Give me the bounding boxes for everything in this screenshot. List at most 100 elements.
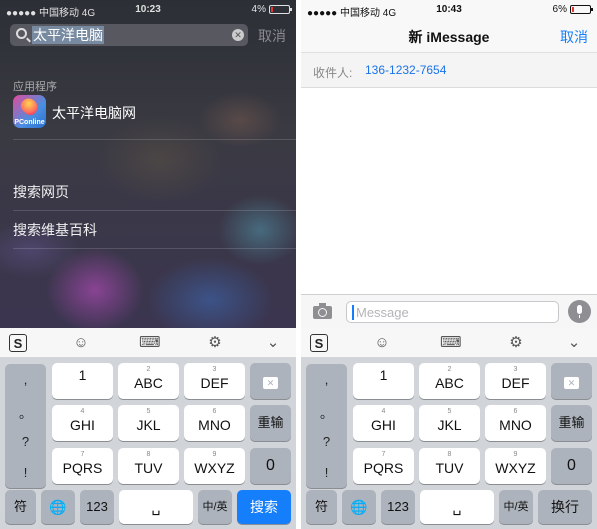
blurred-background	[0, 0, 296, 328]
spotlight-screen: ●●●●● 中国移动 4G 10:23 4% 太平洋电脑 ✕ 取消 应用程序 P…	[0, 0, 296, 529]
punct-period[interactable]: 。	[5, 403, 46, 422]
settings-gear-icon[interactable]: ⚙	[206, 334, 224, 352]
battery-icon	[570, 5, 593, 14]
key-wxyz[interactable]: 9 WXYZ	[184, 448, 245, 484]
message-placeholder: Message	[356, 305, 409, 320]
reenter-key[interactable]: 重输	[250, 405, 291, 441]
key-ghi[interactable]: 4 GHI	[353, 405, 414, 441]
keyboard-toolbar: S ☺ ⌨ ⚙ ⌄	[0, 328, 296, 358]
search-web-result[interactable]: 搜索网页	[13, 182, 69, 202]
key-tuv[interactable]: 8 TUV	[118, 448, 179, 484]
search-row: 太平洋电脑 ✕ 取消	[10, 24, 286, 46]
app-icon-text: PConline	[14, 119, 45, 126]
key-mno[interactable]: 6 MNO	[485, 405, 546, 441]
message-input[interactable]: Message	[346, 301, 559, 323]
key-1[interactable]: 1	[353, 363, 414, 399]
battery-percent: 6%	[552, 4, 567, 15]
compose-bar: Message	[301, 294, 597, 328]
symbol-key[interactable]: 符	[5, 490, 36, 524]
key-pqrs[interactable]: 7 PQRS	[52, 448, 113, 484]
globe-icon[interactable]: 🌐	[342, 490, 376, 524]
search-input[interactable]: 太平洋电脑 ✕	[10, 24, 248, 46]
return-key[interactable]: 换行	[538, 490, 592, 524]
app-name: 太平洋电脑网	[52, 105, 136, 121]
keyboard-icon[interactable]: ⌨	[139, 334, 161, 352]
key-1[interactable]: 1	[52, 363, 113, 399]
lang-switch-key[interactable]: 中/英	[499, 490, 533, 524]
key-def[interactable]: 3 DEF	[184, 363, 245, 399]
emoji-icon[interactable]: ☺	[72, 334, 90, 352]
search-icon	[16, 28, 27, 39]
keyboard-icon[interactable]: ⌨	[440, 334, 462, 352]
t9-keyboard: , 。 ? ! 1 2 ABC 3 DEF ✕ 4 GHI 5 JKL 6 MNO 重输 …	[0, 358, 296, 529]
text-cursor	[352, 305, 354, 320]
key-jkl[interactable]: 5 JKL	[419, 405, 480, 441]
chevron-down-icon[interactable]: ⌄	[565, 334, 583, 352]
status-bar: ●●●●● 中国移动 4G 10:23 4%	[0, 0, 296, 20]
battery-indicator: 4%	[251, 4, 292, 15]
punct-comma[interactable]: ,	[306, 372, 347, 387]
punctuation-column[interactable]: , 。 ? !	[306, 364, 347, 488]
chevron-down-icon[interactable]: ⌄	[264, 334, 282, 352]
app-result[interactable]: PConline 太平洋电脑网	[13, 95, 283, 129]
key-zero[interactable]: 0	[250, 448, 291, 484]
cancel-button[interactable]: 取消	[258, 26, 286, 46]
numbers-key[interactable]: 123	[80, 490, 114, 524]
space-key[interactable]: ␣	[119, 490, 193, 524]
clear-icon[interactable]: ✕	[232, 29, 244, 41]
space-key[interactable]: ␣	[420, 490, 494, 524]
key-wxyz[interactable]: 9 WXYZ	[485, 448, 546, 484]
backspace-icon: ✕	[563, 377, 580, 389]
sogou-logo-icon[interactable]: S	[9, 334, 27, 352]
nav-bar: 新 iMessage 取消	[301, 20, 597, 52]
recipient-number[interactable]: 136-1232-7654	[365, 63, 446, 77]
key-mno[interactable]: 6 MNO	[184, 405, 245, 441]
delete-key[interactable]: ✕	[551, 363, 592, 399]
globe-icon[interactable]: 🌐	[41, 490, 75, 524]
sogou-logo-icon[interactable]: S	[310, 334, 328, 352]
battery-indicator: 6%	[552, 4, 593, 15]
search-wikipedia-result[interactable]: 搜索维基百科	[13, 220, 97, 240]
key-ghi[interactable]: 4 GHI	[52, 405, 113, 441]
space-icon: ␣	[151, 499, 161, 515]
punct-question[interactable]: ?	[5, 434, 46, 449]
lang-switch-key[interactable]: 中/英	[198, 490, 232, 524]
battery-percent: 4%	[251, 4, 266, 15]
numbers-key[interactable]: 123	[381, 490, 415, 524]
reenter-key[interactable]: 重输	[551, 405, 592, 441]
symbol-key[interactable]: 符	[306, 490, 337, 524]
key-abc[interactable]: 2 ABC	[419, 363, 480, 399]
key-pqrs[interactable]: 7 PQRS	[353, 448, 414, 484]
space-icon: ␣	[452, 499, 462, 515]
backspace-icon: ✕	[262, 377, 279, 389]
key-jkl[interactable]: 5 JKL	[118, 405, 179, 441]
delete-key[interactable]: ✕	[250, 363, 291, 399]
punct-comma[interactable]: ,	[5, 372, 46, 387]
recipient-label: 收件人:	[313, 66, 353, 80]
punctuation-column[interactable]: , 。 ? !	[5, 364, 46, 488]
status-bar: ●●●●● 中国移动 4G 10:43 6%	[301, 0, 597, 20]
battery-icon	[269, 5, 292, 14]
key-def[interactable]: 3 DEF	[485, 363, 546, 399]
punct-question[interactable]: ?	[306, 434, 347, 449]
key-abc[interactable]: 2 ABC	[118, 363, 179, 399]
divider	[13, 139, 296, 140]
key-zero[interactable]: 0	[551, 448, 592, 484]
keyboard-toolbar: S ☺ ⌨ ⚙ ⌄	[301, 328, 597, 358]
divider	[13, 248, 296, 249]
page-title: 新 iMessage	[408, 29, 490, 45]
settings-gear-icon[interactable]: ⚙	[507, 334, 525, 352]
punct-exclaim[interactable]: !	[5, 465, 46, 480]
key-tuv[interactable]: 8 TUV	[419, 448, 480, 484]
camera-icon[interactable]	[313, 303, 332, 319]
search-query: 太平洋电脑	[32, 26, 104, 44]
microphone-icon[interactable]	[568, 300, 591, 323]
punct-period[interactable]: 。	[306, 403, 347, 422]
cancel-button[interactable]: 取消	[560, 27, 588, 47]
pconline-app-icon: PConline	[13, 95, 46, 128]
emoji-icon[interactable]: ☺	[373, 334, 391, 352]
search-action-key[interactable]: 搜索	[237, 490, 291, 524]
t9-keyboard: , 。 ? ! 1 2 ABC 3 DEF ✕ 4 GHI 5 JKL 6 MNO 重输 …	[301, 358, 597, 529]
recipient-field[interactable]: 收件人: 136-1232-7654	[301, 52, 597, 88]
punct-exclaim[interactable]: !	[306, 465, 347, 480]
